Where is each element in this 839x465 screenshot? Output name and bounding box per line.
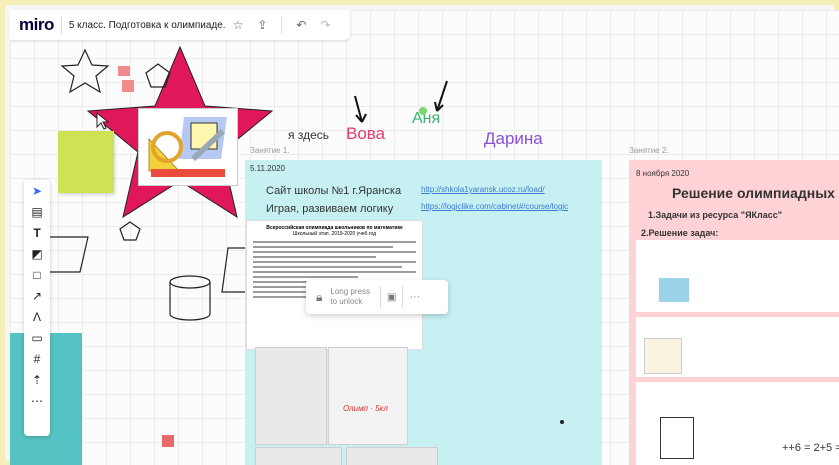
notebook-image: [644, 338, 682, 374]
ya-zdes-label[interactable]: я здесь: [288, 128, 329, 142]
sticky-note[interactable]: [58, 131, 114, 193]
more-icon[interactable]: ⋯: [24, 390, 50, 411]
photo-caption: Олимп · 5кл: [343, 404, 388, 413]
school-link[interactable]: http://shkola1yaransk.ucoz.ru/load/: [421, 185, 545, 194]
lock-icon[interactable]: 🔒︎: [316, 290, 322, 305]
lock-hint-line2: to unlock: [330, 297, 363, 306]
lock-hint-line1: Long press: [330, 287, 370, 296]
comment-icon[interactable]: ▭: [24, 327, 50, 348]
cursor-icon[interactable]: ➤: [24, 180, 50, 201]
doc-text-line: [253, 256, 376, 258]
doc-text-line: [253, 246, 393, 248]
redo-icon[interactable]: ↷: [320, 18, 330, 32]
divider: [402, 286, 404, 308]
canvas-dot: [560, 420, 564, 424]
vova-label[interactable]: Вова: [346, 124, 385, 144]
frame2-date: 8 ноября 2020: [636, 169, 690, 178]
top-bar: miro 5 класс. Подготовка к олимпиаде. ☆ …: [10, 10, 350, 40]
handwritten-photo[interactable]: Олимп · 5кл: [328, 347, 408, 445]
darina-label[interactable]: Дарина: [484, 129, 543, 149]
board-name[interactable]: 5 класс. Подготовка к олимпиаде.: [69, 20, 226, 31]
arrow-icon[interactable]: ↗: [24, 285, 50, 306]
divider: [60, 16, 62, 34]
dice-image: [660, 417, 694, 459]
frame1-subtitle: Играя, развиваем логику: [266, 203, 394, 215]
doc-text-line: [253, 251, 416, 253]
handwritten-photo[interactable]: [255, 447, 342, 465]
star-picture[interactable]: [138, 108, 238, 186]
upload-icon[interactable]: ⇡: [24, 369, 50, 390]
doc-text-line: [253, 276, 358, 278]
frame-icon[interactable]: ▤: [24, 201, 50, 222]
frame2-title[interactable]: Занятие 2.: [629, 146, 669, 155]
doc-text-line: [253, 266, 402, 268]
equation-text: ++6 = 2+5 =: [782, 442, 839, 454]
sticky-note-icon[interactable]: ◩: [24, 243, 50, 264]
left-toolbar: ➤ ▤ T ◩ □ ↗ Λ ▭ # ⇡ ⋯: [24, 180, 50, 436]
board-canvas[interactable]: miro 5 класс. Подготовка к олимпиаде. ☆ …: [10, 10, 839, 465]
frame2-item1: 1.Задачи из ресурса "ЯКласс": [648, 210, 783, 220]
doc-subtitle: Школьный этап. 2019-2020 учеб.год: [292, 231, 377, 237]
frame2-item2: 2.Решение задач:: [641, 228, 719, 238]
share-icon[interactable]: ⇪: [257, 18, 267, 32]
divider: [281, 16, 283, 34]
pen-icon[interactable]: Λ: [24, 306, 50, 327]
miro-logo[interactable]: miro: [19, 15, 54, 35]
site-title: Сайт школы №1 г.Яранска: [266, 185, 402, 197]
house-image: [659, 278, 689, 302]
more-options-icon[interactable]: ···: [409, 291, 420, 303]
divider: [379, 286, 381, 308]
lock-hint: Long press to unlock: [330, 287, 370, 307]
shape-icon[interactable]: □: [24, 264, 50, 285]
handwritten-photo[interactable]: [255, 347, 327, 445]
geometry-tools-image: [148, 117, 227, 177]
screen-frame: miro 5 класс. Подготовка к олимпиаде. ☆ …: [0, 0, 839, 465]
doc-text-line: [253, 261, 416, 263]
logiclike-link[interactable]: https://logiclike.com/cabinet#/course/lo…: [421, 202, 568, 211]
doc-text-line: [253, 241, 416, 243]
anya-label[interactable]: Аня: [412, 110, 440, 128]
text-icon[interactable]: T: [24, 222, 50, 243]
undo-icon[interactable]: ↶: [296, 18, 306, 32]
star-icon[interactable]: ☆: [233, 18, 244, 32]
frame2-title: Решение олимпиадных зада: [672, 185, 839, 201]
handwritten-photo[interactable]: [346, 447, 438, 465]
doc-text-line: [253, 271, 416, 273]
lock-popup: 🔒︎ Long press to unlock ▣ ···: [306, 280, 448, 314]
frame1-title[interactable]: Занятие 1.: [250, 146, 290, 155]
crop-frame-icon[interactable]: #: [24, 348, 50, 369]
frame1-date: 5.11.2020: [250, 164, 285, 173]
lock-options-icon[interactable]: ▣: [387, 292, 396, 303]
